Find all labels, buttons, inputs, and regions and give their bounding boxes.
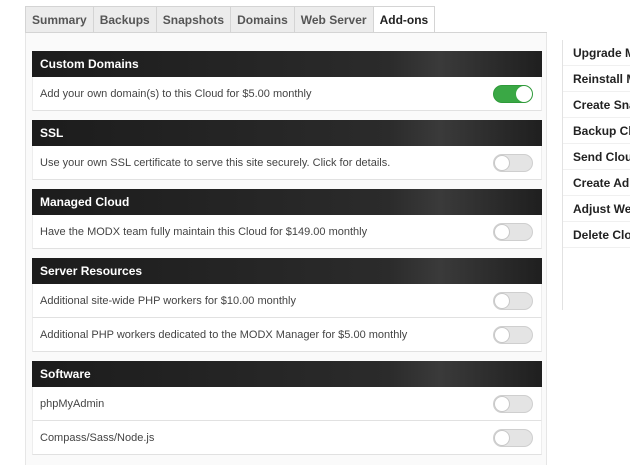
phpmyadmin-toggle[interactable] (493, 394, 533, 413)
addon-row: Add your own domain(s) to this Cloud for… (32, 77, 542, 111)
tab-domains[interactable]: Domains (230, 6, 294, 33)
add-ons-panel: Custom Domains Add your own domain(s) to… (25, 33, 547, 465)
section-title: Custom Domains (32, 51, 542, 77)
sidebar-item-adjust-web[interactable]: Adjust Web (563, 196, 630, 222)
addon-label: phpMyAdmin (40, 397, 105, 410)
addon-label: Additional site-wide PHP workers for $10… (40, 294, 296, 307)
sidebar-item-reinstall[interactable]: Reinstall MODX (563, 66, 630, 92)
section-server-resources: Server Resources Additional site-wide PH… (32, 258, 542, 352)
toggle-knob (494, 429, 510, 446)
toggle-knob (494, 395, 510, 412)
sidebar-item-backup-cloud[interactable]: Backup Cloud (563, 118, 630, 144)
cloud-actions-sidebar: Upgrade MODX Reinstall MODX Create Snaps… (562, 40, 630, 310)
tab-web-server[interactable]: Web Server (293, 6, 373, 33)
addon-label[interactable]: Use your own SSL certificate to serve th… (40, 157, 390, 169)
custom-domains-toggle[interactable] (493, 84, 533, 103)
section-title: Software (32, 361, 542, 387)
tab-add-ons[interactable]: Add-ons (372, 6, 436, 33)
toggle-knob (494, 223, 510, 240)
addon-row: phpMyAdmin (32, 387, 542, 421)
addon-label: Additional PHP workers dedicated to the … (40, 328, 408, 341)
addon-row: Have the MODX team fully maintain this C… (32, 215, 542, 249)
section-ssl: SSL Use your own SSL certificate to serv… (32, 120, 542, 180)
section-title: Server Resources (32, 258, 542, 284)
section-managed-cloud: Managed Cloud Have the MODX team fully m… (32, 189, 542, 249)
toggle-knob (494, 292, 510, 309)
toggle-knob (516, 85, 532, 102)
addon-row: Additional PHP workers dedicated to the … (32, 318, 542, 352)
sidebar-item-send-cloud[interactable]: Send Cloud (563, 144, 630, 170)
addon-row[interactable]: Use your own SSL certificate to serve th… (32, 146, 542, 180)
ssl-toggle[interactable] (493, 153, 533, 172)
sidebar-item-create-snapshot[interactable]: Create Snapshot (563, 92, 630, 118)
site-php-workers-toggle[interactable] (493, 291, 533, 310)
sidebar-item-create-admin[interactable]: Create Admin (563, 170, 630, 196)
toggle-knob (494, 154, 510, 171)
tab-backups[interactable]: Backups (92, 6, 156, 33)
toggle-knob (494, 326, 510, 343)
sidebar-item-upgrade[interactable]: Upgrade MODX (563, 40, 630, 66)
addon-label: Compass/Sass/Node.js (40, 431, 155, 444)
compass-sass-node-toggle[interactable] (493, 428, 533, 447)
addon-row: Additional site-wide PHP workers for $10… (32, 284, 542, 318)
tab-summary[interactable]: Summary (25, 6, 93, 33)
tab-bar: Summary Backups Snapshots Domains Web Se… (25, 6, 436, 33)
addon-row: Compass/Sass/Node.js (32, 421, 542, 455)
section-title: SSL (32, 120, 542, 146)
addon-label: Add your own domain(s) to this Cloud for… (40, 87, 312, 100)
manager-php-workers-toggle[interactable] (493, 325, 533, 344)
addon-label: Have the MODX team fully maintain this C… (40, 225, 368, 238)
section-title: Managed Cloud (32, 189, 542, 215)
sidebar-item-delete-cloud[interactable]: Delete Cloud (563, 222, 630, 248)
section-software: Software phpMyAdmin Compass/Sass/Node.js (32, 361, 542, 455)
managed-cloud-toggle[interactable] (493, 222, 533, 241)
section-custom-domains: Custom Domains Add your own domain(s) to… (32, 51, 542, 111)
tab-snapshots[interactable]: Snapshots (155, 6, 231, 33)
